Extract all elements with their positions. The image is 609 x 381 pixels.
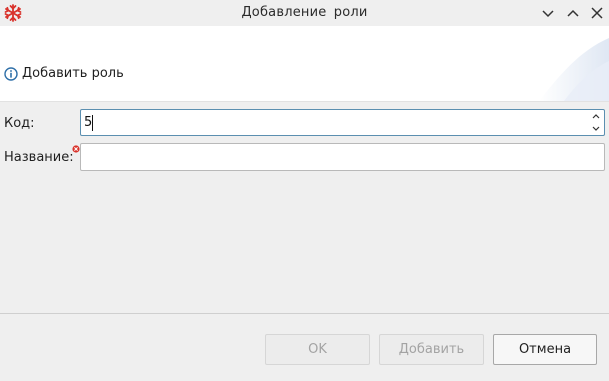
spin-down-button[interactable]	[589, 123, 603, 135]
close-icon	[591, 7, 603, 19]
minimize-button[interactable]	[538, 3, 558, 23]
code-spinner-field[interactable]: 5	[80, 109, 605, 136]
name-input[interactable]	[80, 143, 605, 171]
chevron-down-icon	[592, 126, 600, 131]
header-banner: Добавить роль	[0, 26, 609, 101]
title-bar: Добавление роли	[0, 0, 609, 26]
chevron-up-icon	[567, 9, 579, 17]
header-message: Добавить роль	[22, 66, 124, 81]
chevron-up-icon	[592, 114, 600, 119]
close-button[interactable]	[587, 3, 607, 23]
ok-button[interactable]: OK	[265, 334, 370, 365]
chevron-down-icon	[542, 10, 554, 18]
footer-divider	[0, 313, 609, 314]
name-label: Название:	[4, 150, 74, 165]
error-icon	[72, 142, 80, 153]
text-caret	[92, 115, 93, 131]
cancel-button[interactable]: Отмена	[493, 334, 597, 365]
window-title: Добавление роли	[241, 5, 368, 20]
add-button[interactable]: Добавить	[379, 334, 484, 365]
info-icon	[4, 67, 18, 81]
code-label: Код:	[4, 116, 35, 131]
maximize-button[interactable]	[563, 3, 583, 23]
spin-up-button[interactable]	[589, 110, 603, 122]
header-divider	[0, 101, 609, 102]
banner-decoration	[539, 38, 609, 101]
